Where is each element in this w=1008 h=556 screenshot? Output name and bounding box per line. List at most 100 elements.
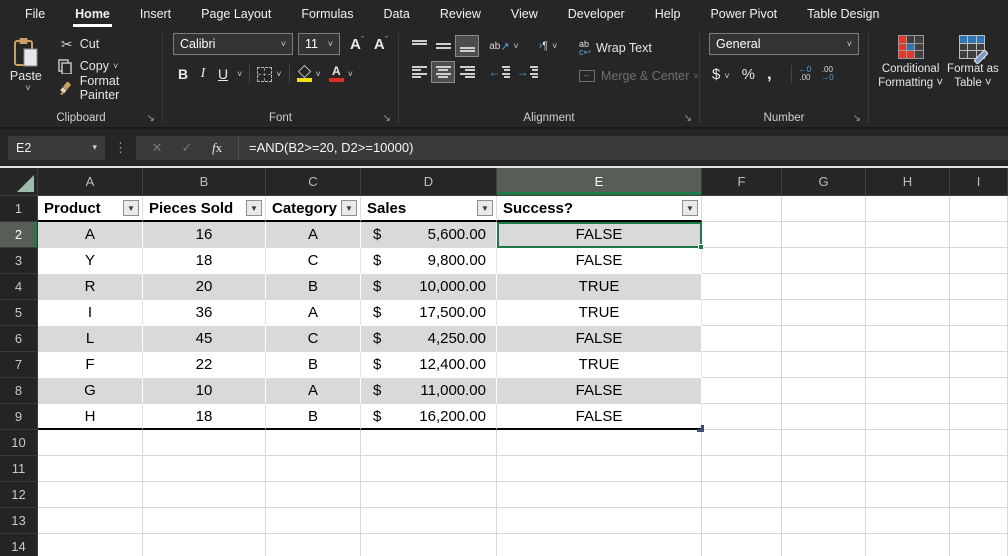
cell-A10[interactable] <box>38 430 143 456</box>
tab-help[interactable]: Help <box>640 0 696 27</box>
cell-E5[interactable]: TRUE <box>497 300 702 326</box>
cell-A1[interactable]: Product ▼ <box>38 196 143 222</box>
cell-D12[interactable] <box>361 482 497 508</box>
cell-F7[interactable] <box>702 352 782 378</box>
row-header-9[interactable]: 9 <box>0 404 38 430</box>
cell-I5[interactable] <box>950 300 1008 326</box>
percent-format-button[interactable]: % <box>742 66 755 83</box>
reading-order-button[interactable]: ›¶ ˅ <box>531 35 565 57</box>
cell-D14[interactable] <box>361 534 497 556</box>
borders-dropdown-icon[interactable]: ˅ <box>276 69 281 79</box>
cell-F14[interactable] <box>702 534 782 556</box>
insert-function-icon[interactable]: fx <box>202 140 232 156</box>
cell-D9[interactable]: $16,200.00 <box>361 404 497 430</box>
cell-G1[interactable] <box>782 196 866 222</box>
cell-C6[interactable]: C <box>266 326 361 352</box>
cell-F6[interactable] <box>702 326 782 352</box>
row-header-11[interactable]: 11 <box>0 456 38 482</box>
cell-B14[interactable] <box>143 534 266 556</box>
filter-button-sales[interactable]: ▼ <box>477 200 493 216</box>
filter-button-pieces-sold[interactable]: ▼ <box>246 200 262 216</box>
cell-B8[interactable]: 10 <box>143 378 266 404</box>
cell-D4[interactable]: $10,000.00 <box>361 274 497 300</box>
column-header-b[interactable]: B <box>143 168 266 196</box>
cell-E10[interactable] <box>497 430 702 456</box>
cell-A4[interactable]: R <box>38 274 143 300</box>
row-header-1[interactable]: 1 <box>0 196 38 222</box>
cell-D10[interactable] <box>361 430 497 456</box>
cell-I14[interactable] <box>950 534 1008 556</box>
cell-H7[interactable] <box>866 352 950 378</box>
cell-I3[interactable] <box>950 248 1008 274</box>
cell-A14[interactable] <box>38 534 143 556</box>
cut-button[interactable]: ✂ Cut <box>58 33 162 55</box>
row-header-6[interactable]: 6 <box>0 326 38 352</box>
cell-I13[interactable] <box>950 508 1008 534</box>
align-middle-button[interactable] <box>431 35 455 57</box>
cell-I8[interactable] <box>950 378 1008 404</box>
cell-A8[interactable]: G <box>38 378 143 404</box>
font-name-select[interactable]: Calibri ˅ <box>173 33 293 55</box>
cell-F2[interactable] <box>702 222 782 248</box>
wrap-text-button[interactable]: ab c↩ Wrap Text <box>579 35 699 61</box>
cell-F4[interactable] <box>702 274 782 300</box>
cell-G2[interactable] <box>782 222 866 248</box>
decrease-font-size-button[interactable]: Aˇ <box>374 35 388 53</box>
cell-C3[interactable]: C <box>266 248 361 274</box>
tab-table-design[interactable]: Table Design <box>792 0 894 27</box>
increase-indent-button[interactable]: → <box>515 61 539 83</box>
cell-A13[interactable] <box>38 508 143 534</box>
cell-H1[interactable] <box>866 196 950 222</box>
cell-H10[interactable] <box>866 430 950 456</box>
cell-F3[interactable] <box>702 248 782 274</box>
cell-D1[interactable]: Sales ▼ <box>361 196 497 222</box>
column-header-g[interactable]: G <box>782 168 866 196</box>
row-header-14[interactable]: 14 <box>0 534 38 556</box>
conditional-formatting-button[interactable]: Conditional Formatting ˅ <box>878 33 943 90</box>
cell-D2[interactable]: $5,600.00 <box>361 222 497 248</box>
cell-I1[interactable] <box>950 196 1008 222</box>
cell-C5[interactable]: A <box>266 300 361 326</box>
tab-formulas[interactable]: Formulas <box>286 0 368 27</box>
cell-H14[interactable] <box>866 534 950 556</box>
column-header-a[interactable]: A <box>38 168 143 196</box>
cell-B7[interactable]: 22 <box>143 352 266 378</box>
cell-B1[interactable]: Pieces Sold ▼ <box>143 196 266 222</box>
row-header-10[interactable]: 10 <box>0 430 38 456</box>
orientation-button[interactable]: ab ↗ ˅ <box>487 35 521 57</box>
font-dialog-launcher-icon[interactable]: ↘ <box>383 114 391 124</box>
align-center-button[interactable] <box>431 61 455 83</box>
tab-view[interactable]: View <box>496 0 553 27</box>
fill-color-button[interactable] <box>296 64 312 82</box>
increase-font-size-button[interactable]: Aˆ <box>350 35 364 53</box>
cell-F13[interactable] <box>702 508 782 534</box>
merge-center-button[interactable]: Merge & Center ˅ <box>579 63 699 89</box>
cell-B6[interactable]: 45 <box>143 326 266 352</box>
number-format-select[interactable]: General ˅ <box>709 33 859 55</box>
tab-data[interactable]: Data <box>368 0 424 27</box>
cell-G13[interactable] <box>782 508 866 534</box>
cell-E14[interactable] <box>497 534 702 556</box>
cell-H3[interactable] <box>866 248 950 274</box>
alignment-dialog-launcher-icon[interactable]: ↘ <box>684 114 692 124</box>
cell-I2[interactable] <box>950 222 1008 248</box>
tab-review[interactable]: Review <box>425 0 496 27</box>
tab-home[interactable]: Home <box>60 0 125 27</box>
column-header-h[interactable]: H <box>866 168 950 196</box>
cell-F11[interactable] <box>702 456 782 482</box>
row-header-8[interactable]: 8 <box>0 378 38 404</box>
column-header-i[interactable]: I <box>950 168 1008 196</box>
clipboard-dialog-launcher-icon[interactable]: ↘ <box>147 114 155 124</box>
row-header-7[interactable]: 7 <box>0 352 38 378</box>
currency-format-button[interactable]: $ ˅ <box>712 66 730 83</box>
tab-page-layout[interactable]: Page Layout <box>186 0 286 27</box>
cell-H6[interactable] <box>866 326 950 352</box>
row-header-3[interactable]: 3 <box>0 248 38 274</box>
cell-H4[interactable] <box>866 274 950 300</box>
tab-insert[interactable]: Insert <box>125 0 186 27</box>
tab-file[interactable]: File <box>10 0 60 27</box>
cancel-entry-icon[interactable]: ✕ <box>142 140 172 156</box>
cell-C7[interactable]: B <box>266 352 361 378</box>
formula-input[interactable]: =AND(B2>=20, D2>=10000) <box>239 135 1008 160</box>
cell-A6[interactable]: L <box>38 326 143 352</box>
